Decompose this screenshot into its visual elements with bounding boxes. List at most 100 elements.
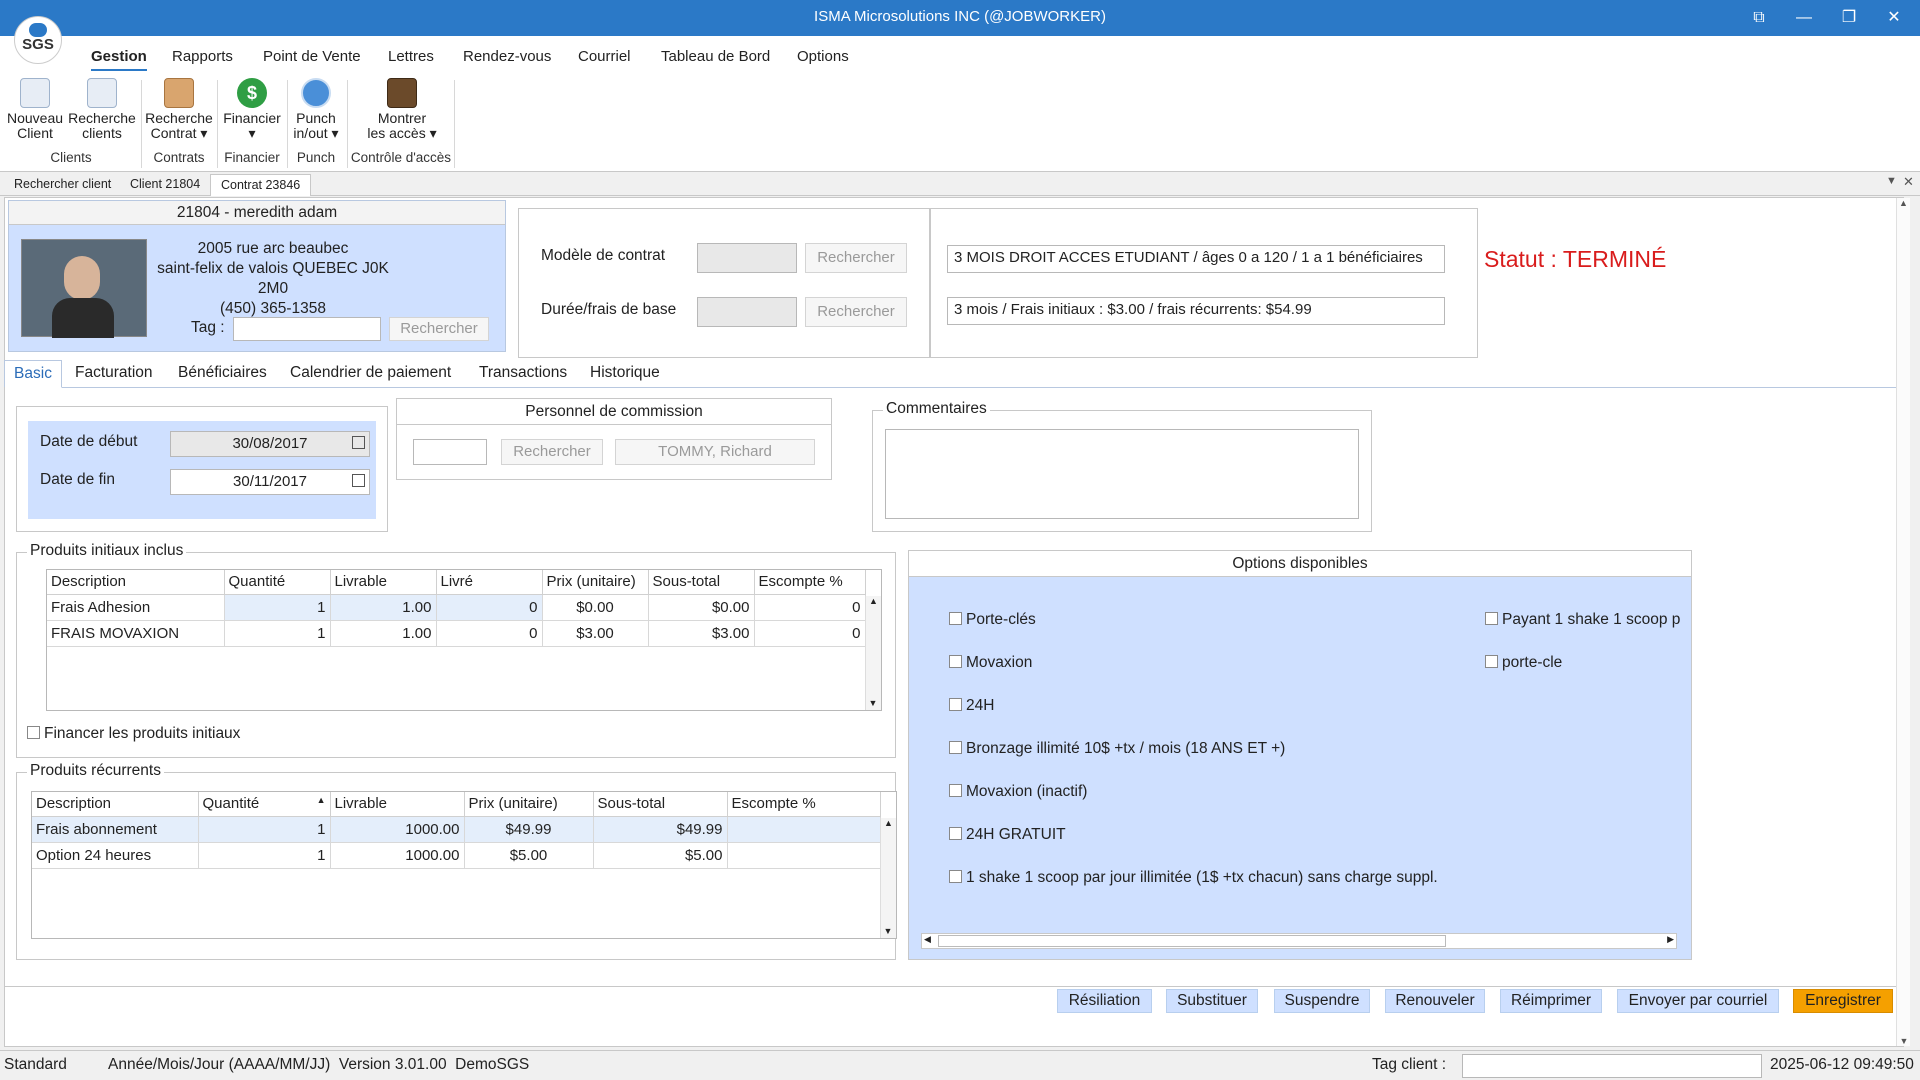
reimprimer-button[interactable]: Réimprimer [1500, 989, 1602, 1013]
tab-dropdown-icon[interactable]: ▼ [1886, 175, 1897, 187]
restore-button[interactable]: ❐ [1826, 0, 1872, 36]
checkbox-icon[interactable] [1485, 612, 1498, 625]
financier-button[interactable]: $ Financier ▾ [220, 78, 284, 141]
tag-input[interactable] [233, 317, 381, 341]
menu-gestion[interactable]: Gestion [91, 48, 147, 71]
col-escompte[interactable]: Escompte % [754, 570, 866, 595]
menu-rendez-vous[interactable]: Rendez-vous [463, 48, 551, 65]
search-clients-button[interactable]: Recherche clients [68, 78, 136, 141]
col-livre[interactable]: Livré [436, 570, 543, 595]
close-button[interactable]: ✕ [1871, 0, 1917, 36]
new-client-button[interactable]: Nouveau Client [6, 78, 64, 141]
option-movaxion-inactif[interactable]: Movaxion (inactif) [949, 783, 1087, 801]
punch-button[interactable]: Punch in/out ▾ [288, 78, 344, 141]
table-row[interactable]: Option 24 heures 1 1000.00 $5.00 $5.00 [32, 842, 881, 869]
search-contract-button[interactable]: Recherche Contrat ▾ [144, 78, 214, 141]
calendar-icon[interactable] [352, 474, 365, 487]
finance-initial-checkbox[interactable]: Financer les produits initiaux [27, 725, 240, 743]
tab-contract[interactable]: Contrat 23846 [210, 174, 312, 196]
vertical-scrollbar[interactable]: ▲ ▼ [865, 596, 881, 710]
option-porte-cle[interactable]: porte-cle [1485, 654, 1562, 672]
menu-options[interactable]: Options [797, 48, 849, 65]
snap-icon[interactable]: ⧉ [1736, 0, 1782, 36]
menu-lettres[interactable]: Lettres [388, 48, 434, 65]
checkbox-icon[interactable] [949, 870, 962, 883]
menu-tableau-de-bord[interactable]: Tableau de Bord [661, 48, 770, 65]
vertical-scrollbar[interactable]: ▲ ▼ [880, 818, 896, 938]
checkbox-icon[interactable] [949, 827, 962, 840]
model-code-input[interactable] [697, 243, 797, 273]
horizontal-scrollbar[interactable]: ◀ ▶ [921, 933, 1677, 949]
col-sous-total[interactable]: Sous-total [648, 570, 755, 595]
tab-client[interactable]: Client 21804 [120, 174, 210, 196]
tag-search-button[interactable]: Rechercher [389, 317, 489, 341]
app-logo[interactable]: SGS [14, 16, 62, 64]
suspendre-button[interactable]: Suspendre [1274, 989, 1370, 1013]
resiliation-button[interactable]: Résiliation [1057, 989, 1152, 1013]
scroll-down-icon[interactable]: ▼ [1897, 1036, 1911, 1046]
table-row[interactable]: FRAIS MOVAXION 1 1.00 0 $3.00 $3.00 0 [47, 620, 866, 647]
tab-facturation[interactable]: Facturation [75, 364, 153, 382]
col-description[interactable]: Description [32, 792, 199, 817]
checkbox-icon[interactable] [949, 612, 962, 625]
option-24h[interactable]: 24H [949, 697, 994, 715]
col-prix[interactable]: Prix (unitaire) [464, 792, 594, 817]
col-livrable[interactable]: Livrable [330, 570, 437, 595]
table-row[interactable]: Frais Adhesion 1 1.00 0 $0.00 $0.00 0 [47, 594, 866, 621]
option-shake-scoop[interactable]: 1 shake 1 scoop par jour illimitée (1$ +… [949, 869, 1438, 887]
commission-code-input[interactable] [413, 439, 487, 465]
col-prix[interactable]: Prix (unitaire) [542, 570, 649, 595]
option-payant-shake[interactable]: Payant 1 shake 1 scoop p [1485, 611, 1691, 629]
tag-client-input[interactable] [1462, 1054, 1762, 1078]
main-scrollbar[interactable]: ▲ ▼ [1896, 198, 1910, 1046]
col-sous-total[interactable]: Sous-total [593, 792, 728, 817]
calendar-icon[interactable] [352, 436, 365, 449]
renouveler-button[interactable]: Renouveler [1385, 989, 1485, 1013]
end-date-field[interactable]: 30/11/2017 [170, 469, 370, 495]
checkbox-icon[interactable] [1485, 655, 1498, 668]
option-porte-cles[interactable]: Porte-clés [949, 611, 1036, 629]
menu-rapports[interactable]: Rapports [172, 48, 233, 65]
table-row[interactable]: Frais abonnement 1 1000.00 $49.99 $49.99 [32, 816, 881, 843]
checkbox-icon[interactable] [949, 655, 962, 668]
substituer-button[interactable]: Substituer [1166, 989, 1258, 1013]
minimize-button[interactable]: — [1781, 0, 1827, 36]
checkbox-icon[interactable] [27, 726, 40, 739]
scroll-up-icon[interactable]: ▲ [881, 818, 896, 828]
tab-beneficiaires[interactable]: Bénéficiaires [178, 364, 267, 382]
menu-point-de-vente[interactable]: Point de Vente [263, 48, 361, 65]
tab-historique[interactable]: Historique [590, 364, 660, 382]
commission-search-button[interactable]: Rechercher [501, 439, 603, 465]
menu-courriel[interactable]: Courriel [578, 48, 631, 65]
checkbox-icon[interactable] [949, 741, 962, 754]
show-access-button[interactable]: Montrer les accès ▾ [360, 78, 444, 141]
start-date-field[interactable]: 30/08/2017 [170, 431, 370, 457]
col-escompte[interactable]: Escompte % [727, 792, 881, 817]
checkbox-icon[interactable] [949, 784, 962, 797]
option-movaxion[interactable]: Movaxion [949, 654, 1032, 672]
scroll-up-icon[interactable]: ▲ [866, 596, 881, 606]
col-quantite[interactable]: Quantité ▲ [198, 792, 331, 817]
scroll-left-icon[interactable]: ◀ [924, 934, 931, 945]
model-search-button[interactable]: Rechercher [805, 243, 907, 273]
scrollbar-thumb[interactable] [938, 935, 1446, 947]
checkbox-icon[interactable] [949, 698, 962, 711]
comments-textarea[interactable] [885, 429, 1359, 519]
commission-employee[interactable]: TOMMY, Richard [615, 439, 815, 465]
tab-basic[interactable]: Basic [4, 360, 62, 388]
option-bronzage[interactable]: Bronzage illimité 10$ +tx / mois (18 ANS… [949, 740, 1285, 758]
option-24h-gratuit[interactable]: 24H GRATUIT [949, 826, 1066, 844]
duration-search-button[interactable]: Rechercher [805, 297, 907, 327]
send-email-button[interactable]: Envoyer par courriel [1617, 989, 1779, 1013]
scroll-right-icon[interactable]: ▶ [1667, 934, 1674, 945]
tab-search-client[interactable]: Rechercher client [4, 174, 121, 196]
col-description[interactable]: Description [47, 570, 225, 595]
tab-transactions[interactable]: Transactions [479, 364, 567, 382]
scroll-down-icon[interactable]: ▼ [866, 698, 880, 708]
save-button[interactable]: Enregistrer [1793, 989, 1893, 1013]
scroll-down-icon[interactable]: ▼ [881, 926, 895, 936]
tab-calendrier[interactable]: Calendrier de paiement [290, 364, 451, 382]
col-quantite[interactable]: Quantité [224, 570, 331, 595]
scroll-up-icon[interactable]: ▲ [1897, 198, 1910, 208]
tab-close-icon[interactable]: ✕ [1903, 174, 1914, 190]
